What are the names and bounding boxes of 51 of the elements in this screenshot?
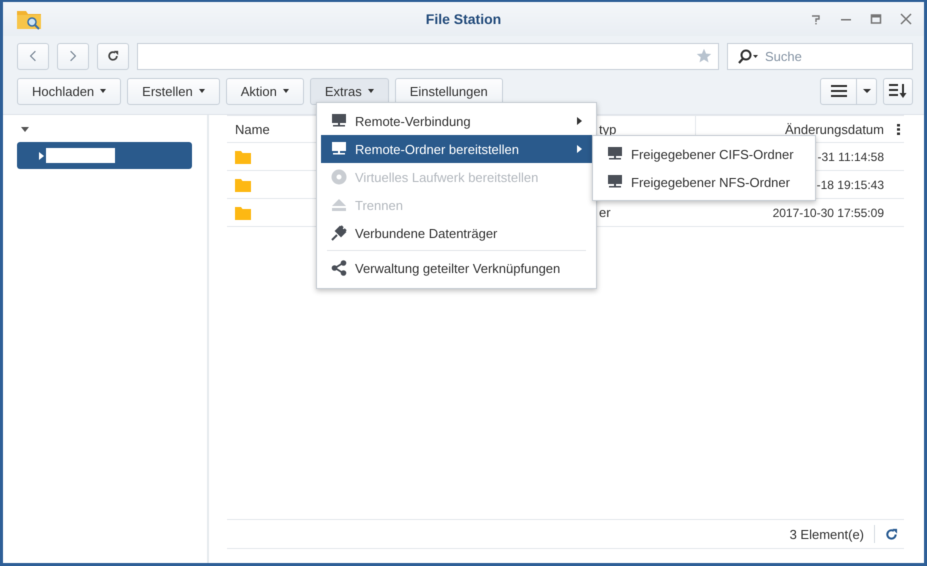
- disc-icon: [331, 169, 347, 185]
- menu-item[interactable]: Freigegebener CIFS-Ordner: [593, 140, 815, 168]
- share-icon: [331, 260, 347, 276]
- menu-item[interactable]: Remote-Verbindung: [321, 107, 592, 135]
- network-computer-icon: [607, 174, 623, 190]
- expand-caret-icon[interactable]: [21, 127, 29, 132]
- toolbar-button[interactable]: Erstellen: [127, 78, 220, 104]
- menu-item[interactable]: Remote-Ordner bereitstellen: [321, 135, 592, 163]
- sort-button[interactable]: [883, 78, 913, 104]
- toolbar-button[interactable]: Hochladen: [17, 78, 122, 104]
- chevron-left-icon: [29, 50, 37, 62]
- item-count: 3 Element(e): [790, 526, 864, 542]
- path-field[interactable]: [137, 42, 719, 70]
- refresh-icon: [107, 50, 119, 62]
- folder-icon: [235, 206, 251, 220]
- table-cell: er: [599, 205, 611, 220]
- window-title: File Station: [426, 11, 502, 27]
- column-header[interactable]: Änderungsdatum: [784, 122, 884, 136]
- list-icon: [830, 85, 846, 97]
- menu-item[interactable]: Freigegebener NFS-Ordner: [593, 168, 815, 196]
- toolbar-button[interactable]: Aktion: [226, 78, 304, 104]
- sort-icon: [889, 83, 907, 99]
- table-cell: -31 11:14:58: [818, 150, 884, 164]
- table-cell: -18 19:15:43: [816, 178, 884, 192]
- chevron-right-icon: [69, 50, 77, 62]
- toolbar-button[interactable]: Einstellungen: [394, 78, 503, 104]
- table-cell: 2017-10-30 17:55:09: [772, 206, 884, 220]
- redacted-label: [46, 148, 115, 163]
- eject-icon: [331, 197, 347, 213]
- network-computer-icon: [331, 113, 347, 129]
- refresh-button[interactable]: [97, 42, 129, 70]
- menu-item[interactable]: Verbundene Datenträger: [321, 219, 592, 247]
- menu-item[interactable]: Verwaltung geteilter Verknüpfungen: [321, 254, 592, 282]
- plug-icon: [331, 225, 347, 241]
- network-computer-icon: [331, 141, 347, 157]
- sidebar-item[interactable]: [17, 142, 192, 169]
- close-icon[interactable]: [900, 13, 912, 25]
- network-computer-icon: [607, 146, 623, 162]
- folder-icon: [235, 150, 251, 164]
- search-field[interactable]: Suche: [727, 42, 913, 70]
- search-icon[interactable]: [735, 48, 761, 64]
- column-options-icon[interactable]: [897, 124, 900, 134]
- folder-icon: [235, 178, 251, 192]
- star-icon[interactable]: [696, 48, 712, 64]
- expand-arrow-icon[interactable]: [39, 152, 44, 160]
- refresh-icon[interactable]: [885, 528, 898, 540]
- toolbar-button[interactable]: Extras: [310, 78, 389, 104]
- folder-search-icon: [16, 8, 42, 30]
- help-icon[interactable]: [810, 13, 822, 25]
- maximize-icon[interactable]: [870, 13, 882, 25]
- caret-icon: [862, 89, 870, 93]
